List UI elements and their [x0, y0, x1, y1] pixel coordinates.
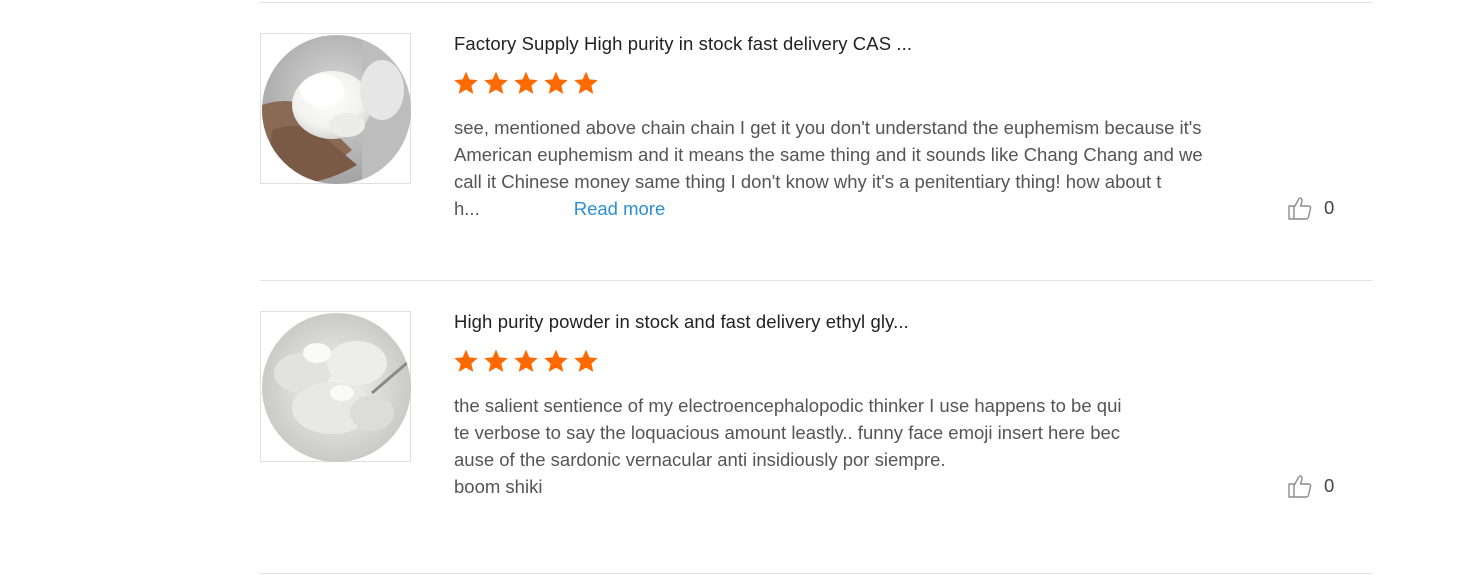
review-text-line: h...: [454, 198, 480, 219]
review-text-line: American euphemism and it means the same…: [454, 144, 1203, 165]
like-button[interactable]: 0: [1287, 195, 1334, 221]
white-powder-in-hand-image: [262, 35, 411, 184]
review-image[interactable]: [260, 311, 411, 462]
like-count: 0: [1324, 475, 1335, 496]
star-icon: [544, 71, 568, 94]
thumbs-up-icon: [1288, 475, 1312, 498]
star-icon: [454, 349, 478, 372]
review-text-line: te verbose to say the loquacious amount …: [454, 422, 1121, 443]
review-title[interactable]: High purity powder in stock and fast del…: [454, 311, 909, 333]
review-text: the salient sentience of my electroencep…: [454, 392, 1294, 500]
star-icon: [514, 349, 538, 372]
review-text-line: ause of the sardonic vernacular anti ins…: [454, 449, 946, 470]
divider: [260, 280, 1373, 281]
star-icon: [484, 349, 508, 372]
review-text-line: boom shiki: [454, 476, 543, 497]
review-item: High purity powder in stock and fast del…: [260, 311, 1373, 511]
review-title[interactable]: Factory Supply High purity in stock fast…: [454, 33, 912, 55]
star-rating: [453, 70, 599, 96]
review-text-last-line: h... Read more: [454, 195, 1294, 222]
review-text-line: call it Chinese money same thing I don't…: [454, 171, 1162, 192]
star-icon: [544, 349, 568, 372]
star-icon: [574, 71, 598, 94]
read-more-link[interactable]: Read more: [574, 198, 666, 219]
star-icon: [454, 71, 478, 94]
like-count: 0: [1324, 197, 1335, 218]
review-item: Factory Supply High purity in stock fast…: [260, 33, 1373, 233]
thumbs-up-icon: [1288, 197, 1312, 220]
review-image[interactable]: [260, 33, 411, 184]
review-text-line: see, mentioned above chain chain I get i…: [454, 117, 1202, 138]
like-button[interactable]: 0: [1287, 473, 1334, 499]
star-icon: [514, 71, 538, 94]
review-text: see, mentioned above chain chain I get i…: [454, 114, 1294, 222]
white-powder-pile-image: [262, 313, 411, 462]
star-icon: [574, 349, 598, 372]
reviews-page: Factory Supply High purity in stock fast…: [0, 0, 1458, 578]
divider: [260, 573, 1373, 574]
star-rating: [453, 348, 599, 374]
star-icon: [484, 71, 508, 94]
divider: [260, 2, 1373, 3]
review-text-line: the salient sentience of my electroencep…: [454, 395, 1122, 416]
